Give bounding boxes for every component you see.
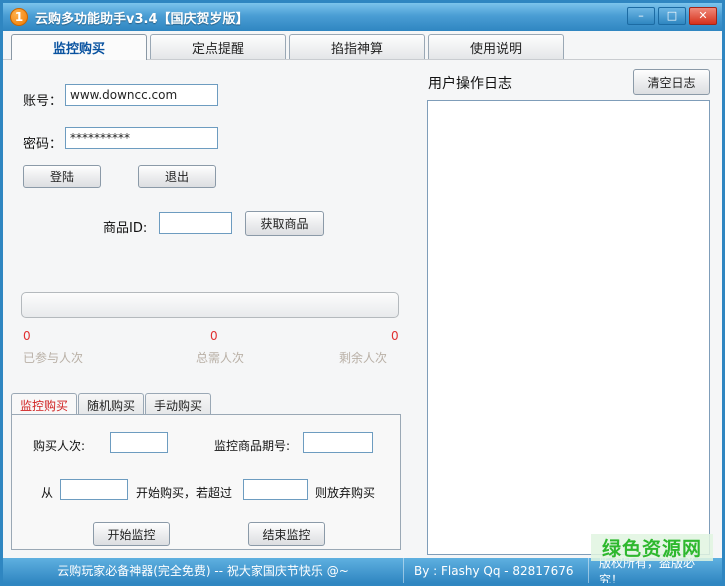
window-controls: – □ ✕ [627,7,717,25]
account-input[interactable] [65,84,218,106]
total-needed-count: 0 [210,329,218,343]
window-title: 云购多功能助手v3.4【国庆贺岁版】 [35,8,249,27]
buy-count-label: 购买人次: [33,437,85,454]
stop-monitor-button[interactable]: 结束监控 [248,522,325,546]
close-button[interactable]: ✕ [689,7,717,25]
tab-monitor-buy[interactable]: 监控购买 [11,34,147,60]
clear-log-button[interactable]: 清空日志 [633,69,710,95]
login-button[interactable]: 登陆 [23,165,101,188]
exit-button[interactable]: 退出 [138,165,216,188]
statusbar: 云购玩家必备神器(完全免费) -- 祝大家国庆节快乐 @~ By : Flash… [3,558,722,583]
titlebar[interactable]: 1 云购多功能助手v3.4【国庆贺岁版】 – □ ✕ [3,3,722,31]
start-monitor-button[interactable]: 开始监控 [93,522,170,546]
progress-bar [21,292,399,318]
status-text-middle: By : Flashy Qq - 82817676 [403,558,588,583]
participated-label: 已参与人次 [23,349,83,366]
from-label: 从 [41,484,53,501]
app-window: 1 云购多功能助手v3.4【国庆贺岁版】 – □ ✕ 监控购买 定点提醒 掐指神… [0,0,725,586]
participated-count: 0 [23,329,31,343]
account-label: 账号： [23,90,62,109]
abandon-label: 则放弃购买 [315,484,375,501]
get-product-button[interactable]: 获取商品 [245,211,324,236]
monitor-issue-label: 监控商品期号: [214,437,290,454]
remaining-label: 剩余人次 [339,349,387,366]
log-listbox[interactable] [427,100,710,555]
password-label: 密码： [23,133,62,152]
over-input[interactable] [243,479,308,500]
status-text-left: 云购玩家必备神器(完全免费) -- 祝大家国庆节快乐 @~ [3,558,403,583]
app-logo-icon: 1 [10,8,28,26]
tab-calculator[interactable]: 掐指神算 [289,34,425,59]
maximize-button[interactable]: □ [658,7,686,25]
remaining-count: 0 [391,329,399,343]
start-buy-label: 开始购买，若超过 [136,484,232,501]
tab-scheduled-reminder[interactable]: 定点提醒 [150,34,286,59]
monitor-issue-input[interactable] [303,432,373,453]
buy-count-input[interactable] [110,432,168,453]
main-tabbar: 监控购买 定点提醒 掐指神算 使用说明 [11,34,714,59]
from-input[interactable] [60,479,128,500]
tab-instructions[interactable]: 使用说明 [428,34,564,59]
minimize-button[interactable]: – [627,7,655,25]
log-title: 用户操作日志 [428,73,512,93]
password-input[interactable] [65,127,218,149]
status-text-right: 版权所有，盗版必究！ [588,558,722,583]
watermark: 绿色资源网 [591,534,713,561]
product-id-input[interactable] [159,212,232,234]
total-needed-label: 总需人次 [196,349,244,366]
product-id-label: 商品ID: [103,217,147,236]
